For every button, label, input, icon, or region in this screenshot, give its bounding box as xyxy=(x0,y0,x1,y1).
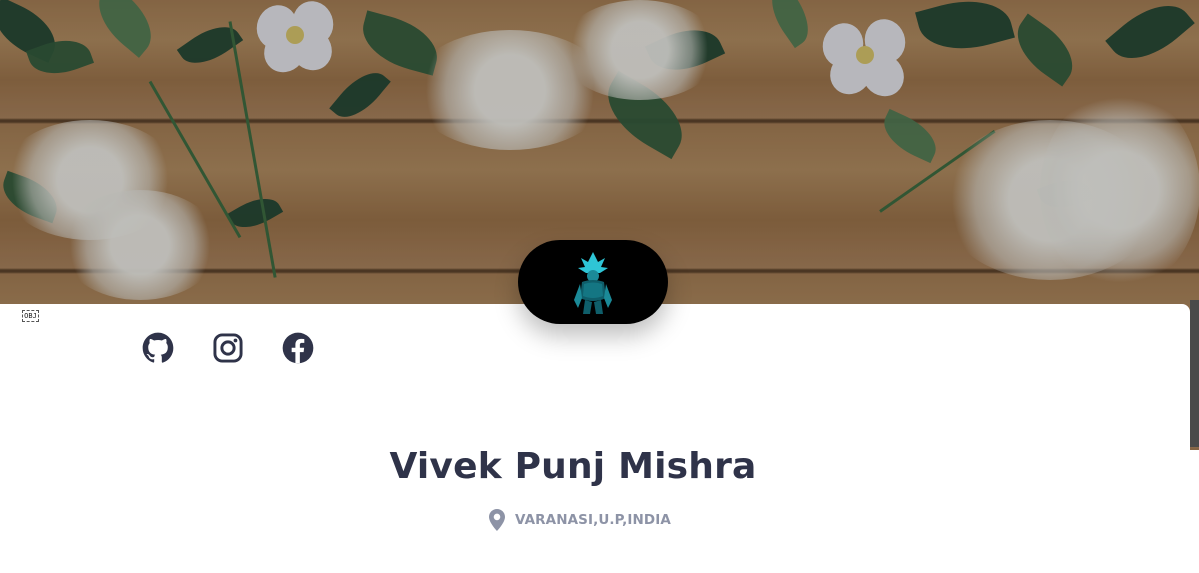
github-icon xyxy=(142,332,174,363)
instagram-link[interactable] xyxy=(212,332,244,364)
avatar-character-icon xyxy=(574,252,612,314)
profile-card xyxy=(0,304,1190,573)
scroll-edge xyxy=(1190,300,1199,447)
github-link[interactable] xyxy=(142,332,174,364)
facebook-icon xyxy=(282,332,314,364)
avatar[interactable] xyxy=(518,240,668,324)
object-placeholder: OBJ xyxy=(22,310,39,322)
location-text: VARANASI,U.P,INDIA xyxy=(515,512,671,528)
instagram-icon xyxy=(213,333,243,363)
map-pin-icon xyxy=(489,509,505,531)
facebook-link[interactable] xyxy=(282,332,314,364)
profile-location: VARANASI,U.P,INDIA xyxy=(489,508,671,532)
profile-page: OBJ Vivek Punj Mishra VARANASI,U.P,INDIA xyxy=(0,0,1199,573)
profile-name: Vivek Punj Mishra xyxy=(389,446,757,487)
